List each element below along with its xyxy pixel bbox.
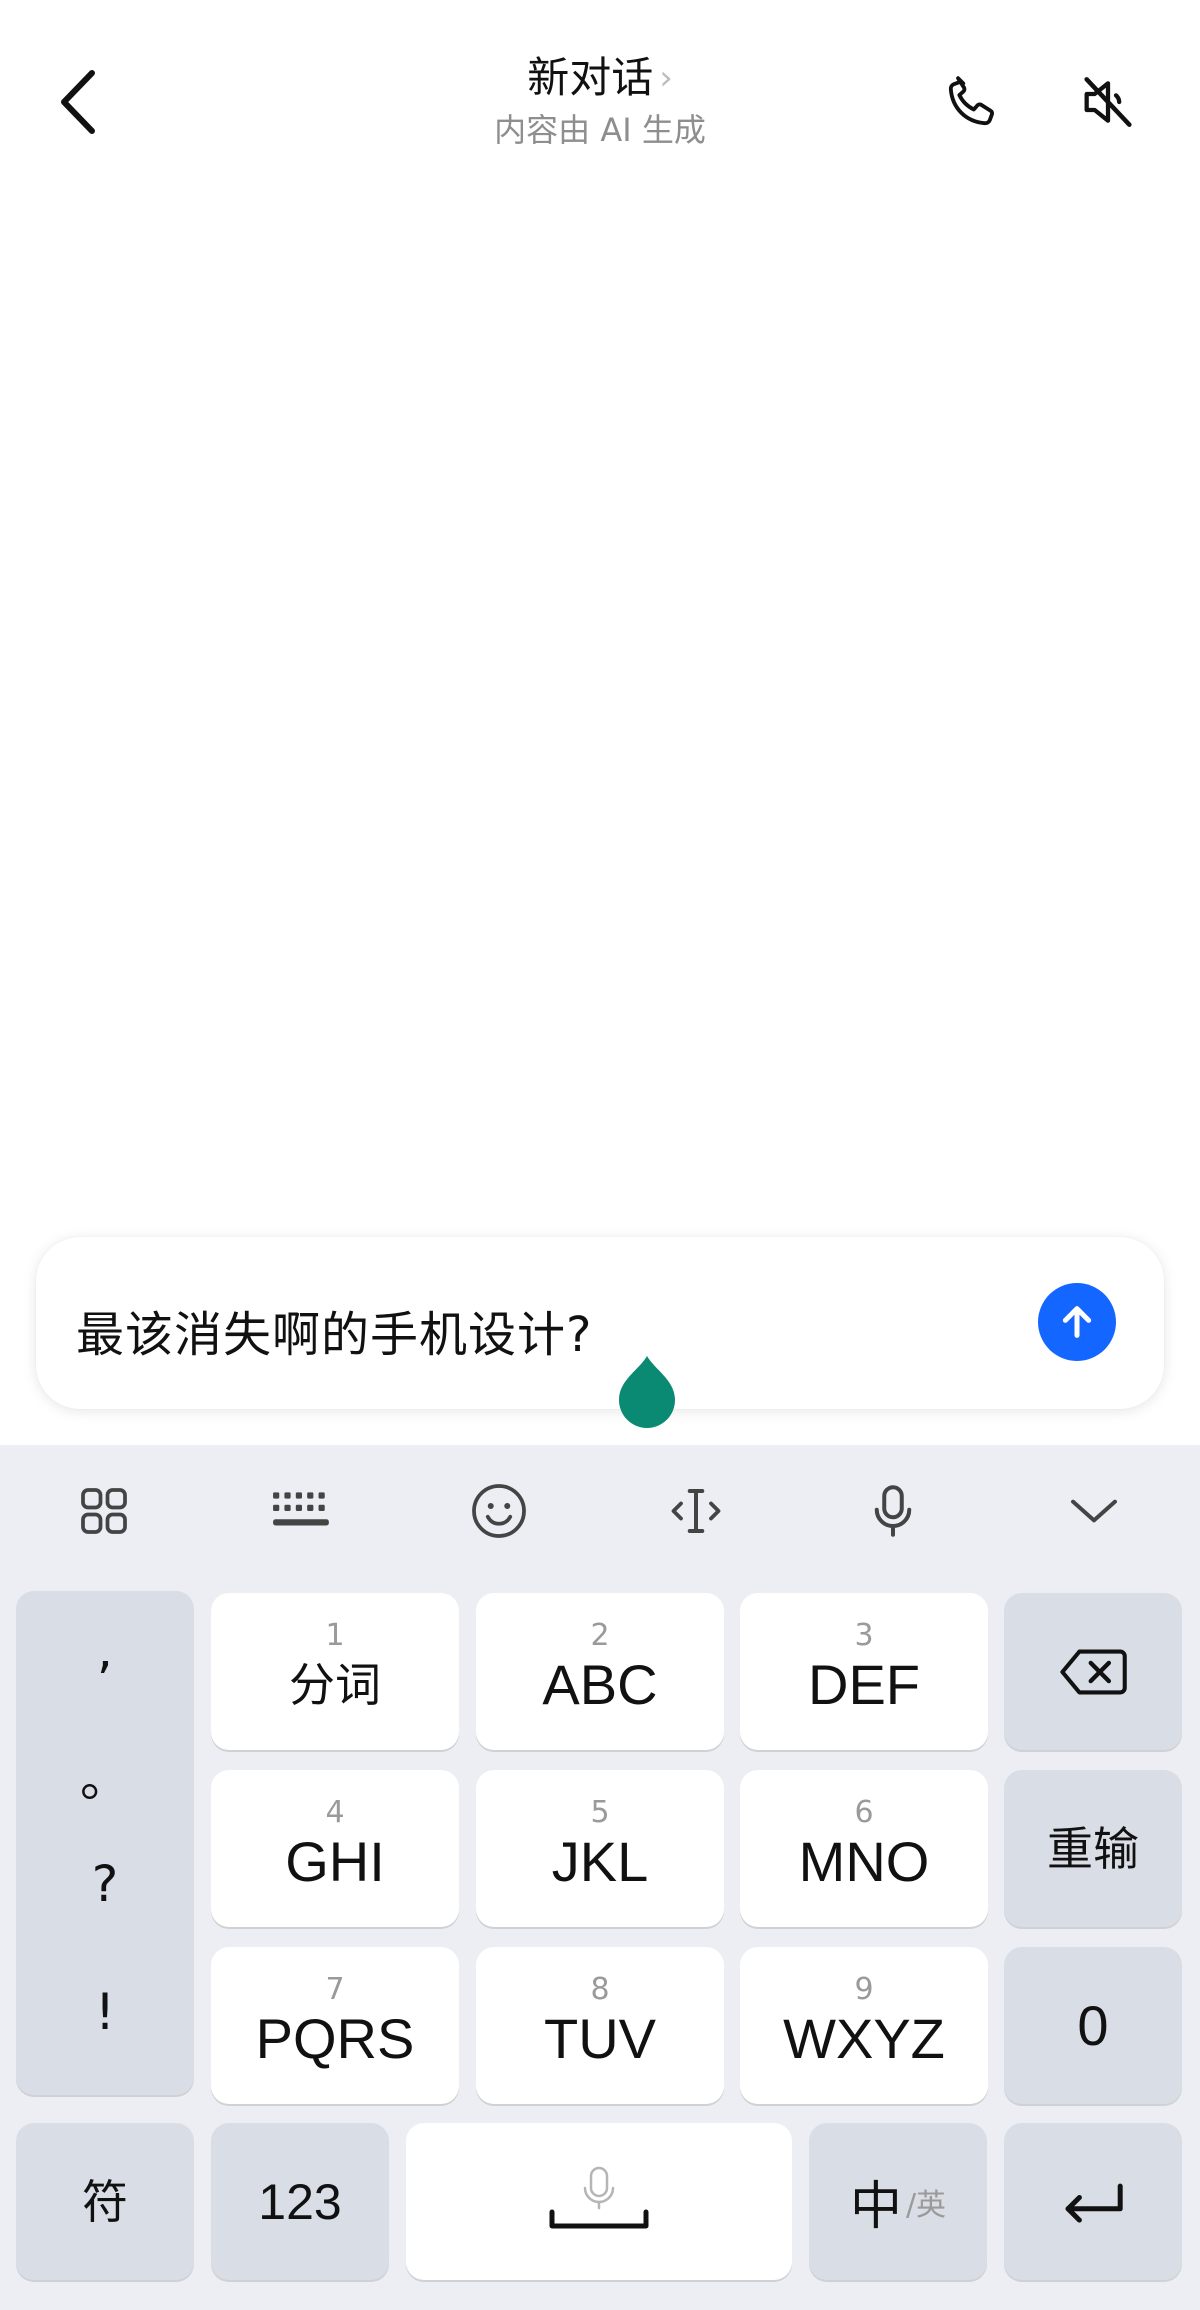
chevron-left-icon xyxy=(61,70,95,134)
page-title: 新对话 xyxy=(527,53,654,102)
cursor-icon xyxy=(671,1489,721,1533)
call-button[interactable] xyxy=(932,62,1012,142)
key-4-ghi[interactable]: 4 GHI xyxy=(211,1770,459,1927)
key-3-def[interactable]: 3 DEF xyxy=(740,1593,988,1750)
keyboard-switch-button[interactable] xyxy=(252,1471,352,1551)
enter-icon xyxy=(1065,2183,1123,2223)
title-chevron-icon: › xyxy=(659,58,673,98)
language-switch-key[interactable]: 中/英 xyxy=(809,2123,987,2280)
space-key[interactable] xyxy=(406,2123,792,2280)
apps-grid-icon xyxy=(81,1488,127,1534)
ai-disclaimer: 内容由 AI 生成 xyxy=(494,111,706,149)
key-1-fenci[interactable]: 1 分词 xyxy=(211,1593,459,1750)
top-bar: 新对话 › 内容由 AI 生成 xyxy=(0,0,1200,200)
numbers-key[interactable]: 123 xyxy=(211,2123,389,2280)
key-7-pqrs[interactable]: 7 PQRS xyxy=(211,1947,459,2104)
back-button[interactable] xyxy=(48,60,108,144)
punct-question[interactable]: ? xyxy=(16,1855,194,1913)
microphone-icon xyxy=(874,1485,912,1537)
text-cursor-handle[interactable] xyxy=(617,1354,677,1430)
backspace-icon xyxy=(1060,1649,1127,1694)
send-button[interactable] xyxy=(1038,1283,1116,1361)
enter-key[interactable] xyxy=(1004,2123,1182,2280)
emoji-icon xyxy=(472,1484,526,1538)
cursor-button[interactable] xyxy=(646,1471,746,1551)
message-input[interactable]: 最该消失啊的手机设计? xyxy=(76,1295,592,1365)
speaker-muted-icon xyxy=(1084,77,1132,127)
key-8-tuv[interactable]: 8 TUV xyxy=(476,1947,724,2104)
key-9-wxyz[interactable]: 9 WXYZ xyxy=(740,1947,988,2104)
phone-icon xyxy=(948,76,995,126)
key-2-abc[interactable]: 2 ABC xyxy=(476,1593,724,1750)
message-composer[interactable]: 最该消失啊的手机设计? xyxy=(36,1237,1164,1409)
key-5-jkl[interactable]: 5 JKL xyxy=(476,1770,724,1927)
apps-button[interactable] xyxy=(54,1471,154,1551)
keyboard: , 。 ? ! 1 分词 2 ABC 3 DEF 4 GHI 5 JKL 6 M… xyxy=(0,1445,1200,2310)
punctuation-column[interactable]: , 。 ? ! xyxy=(16,1591,194,2095)
arrow-up-icon xyxy=(1062,1306,1092,1338)
voice-input-button[interactable] xyxy=(843,1471,943,1551)
keyboard-icon xyxy=(273,1492,329,1526)
emoji-button[interactable] xyxy=(449,1471,549,1551)
backspace-key[interactable] xyxy=(1004,1593,1182,1750)
keyboard-toolbar xyxy=(0,1445,1200,1575)
punct-period[interactable]: 。 xyxy=(16,1739,194,1811)
hide-keyboard-button[interactable] xyxy=(1044,1471,1144,1551)
key-0[interactable]: 0 xyxy=(1004,1947,1182,2104)
mute-button[interactable] xyxy=(1068,62,1148,142)
punct-comma[interactable]: , xyxy=(16,1621,194,1679)
symbol-key[interactable]: 符 xyxy=(16,2123,194,2280)
key-6-mno[interactable]: 6 MNO xyxy=(740,1770,988,1927)
punct-exclaim[interactable]: ! xyxy=(16,1983,194,2041)
space-microphone-icon xyxy=(549,2166,649,2228)
retype-key[interactable]: 重输 xyxy=(1004,1770,1182,1927)
title-area[interactable]: 新对话 › 内容由 AI 生成 xyxy=(400,50,800,152)
collapse-chevron-icon xyxy=(1071,1499,1117,1523)
